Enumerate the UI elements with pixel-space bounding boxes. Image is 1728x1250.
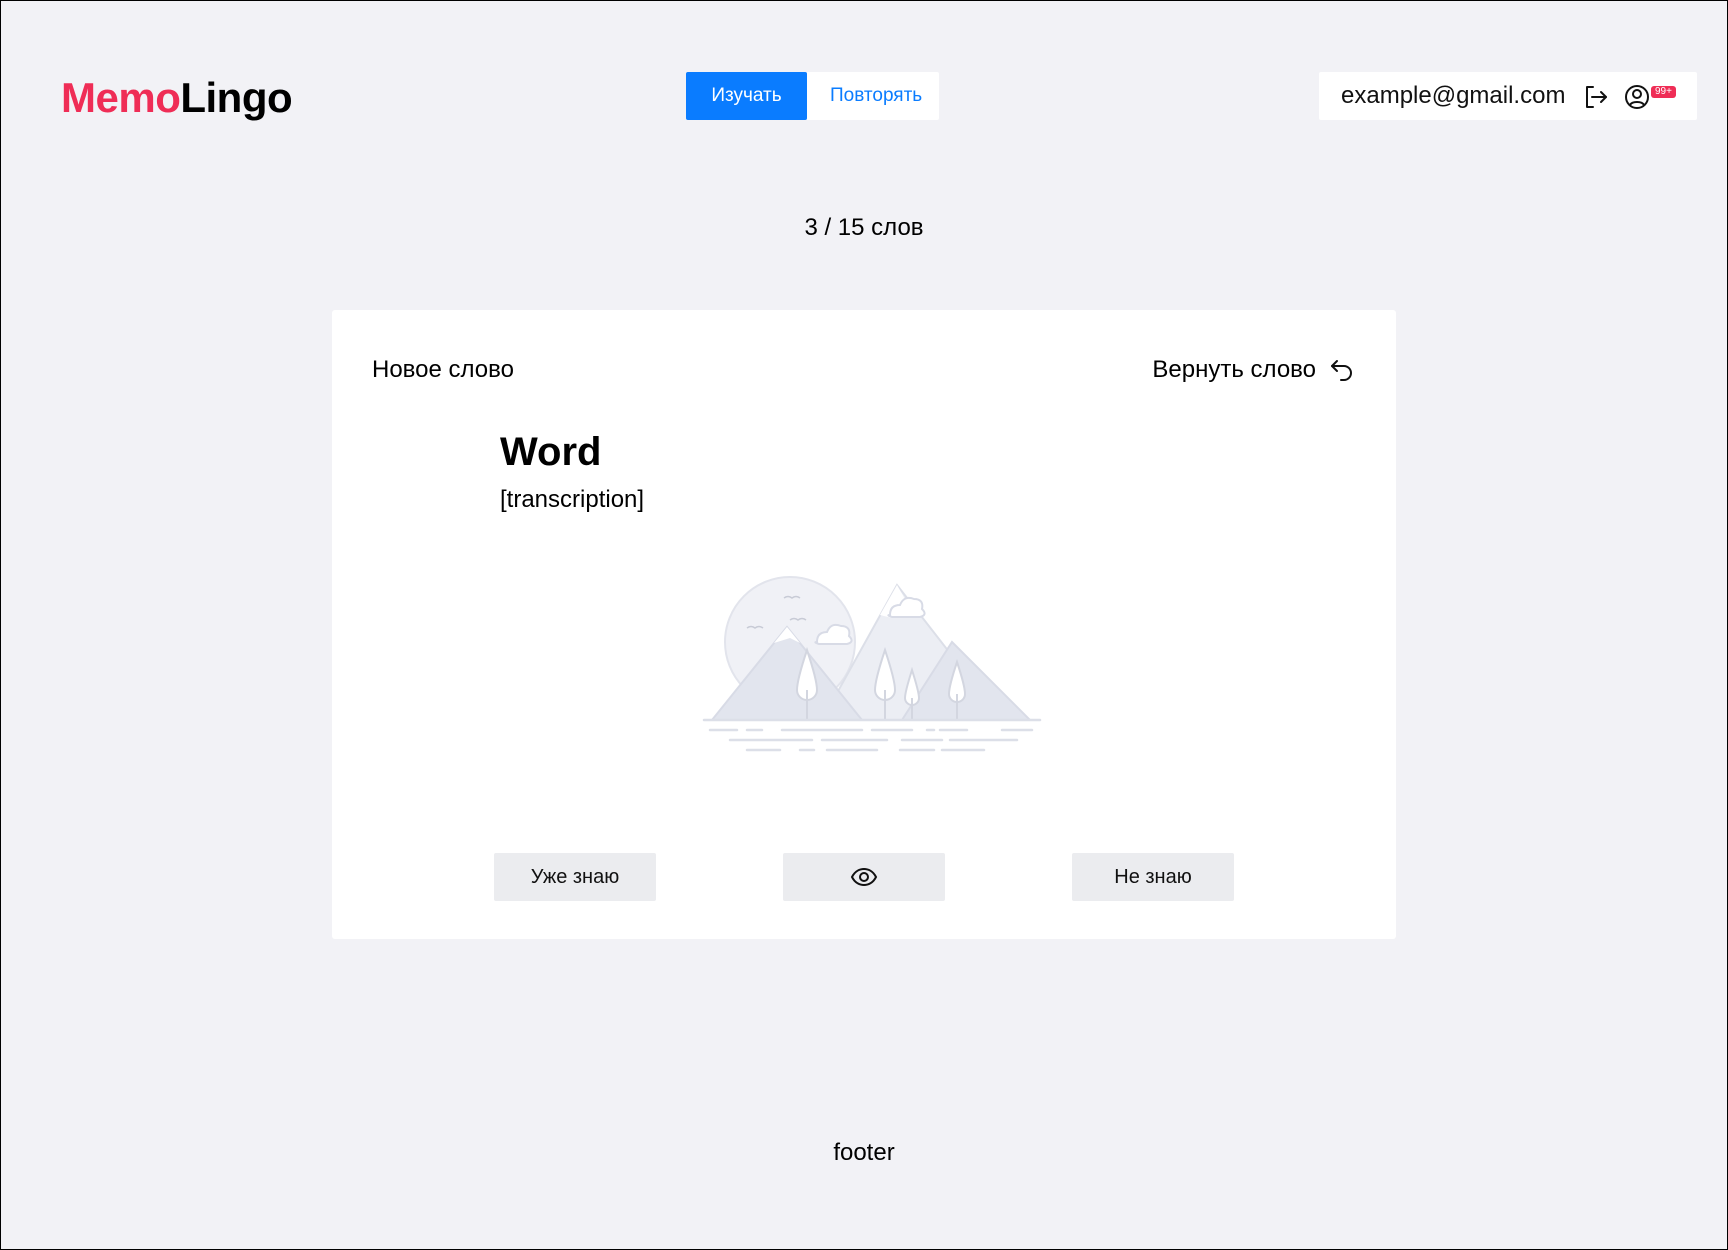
return-word-label: Вернуть слово: [1152, 356, 1316, 383]
card-label: Новое слово: [372, 356, 514, 383]
user-circle-icon[interactable]: [1624, 84, 1650, 110]
logo-memo: Memo: [61, 74, 181, 121]
show-translation-button[interactable]: [783, 853, 945, 901]
mode-tabs: Изучать Повторять: [686, 72, 939, 120]
notification-badge: 99+: [1651, 86, 1676, 98]
word-transcription: [transcription]: [500, 486, 645, 513]
already-know-button[interactable]: Уже знаю: [494, 853, 656, 901]
logo-lingo: Lingo: [180, 74, 293, 121]
footer: footer: [833, 1139, 895, 1166]
dont-know-button[interactable]: Не знаю: [1072, 853, 1234, 901]
tab-learn[interactable]: Изучать: [686, 72, 807, 120]
image-placeholder-icon: [702, 576, 1042, 752]
tab-repeat[interactable]: Повторять: [807, 72, 939, 120]
eye-icon: [850, 867, 878, 887]
progress-counter: 3 / 15 слов: [804, 214, 924, 241]
word-text: Word: [500, 430, 602, 474]
undo-arrow-icon: [1331, 360, 1352, 381]
word-card: Новое слово Вернуть слово Word [transcri…: [332, 310, 1396, 939]
logo[interactable]: MemoLingo: [61, 74, 293, 122]
logout-icon[interactable]: [1582, 83, 1610, 111]
return-word-button[interactable]: Вернуть слово: [1152, 356, 1356, 384]
account-panel: example@gmail.com 99+: [1319, 72, 1697, 120]
user-email: example@gmail.com: [1341, 82, 1566, 109]
